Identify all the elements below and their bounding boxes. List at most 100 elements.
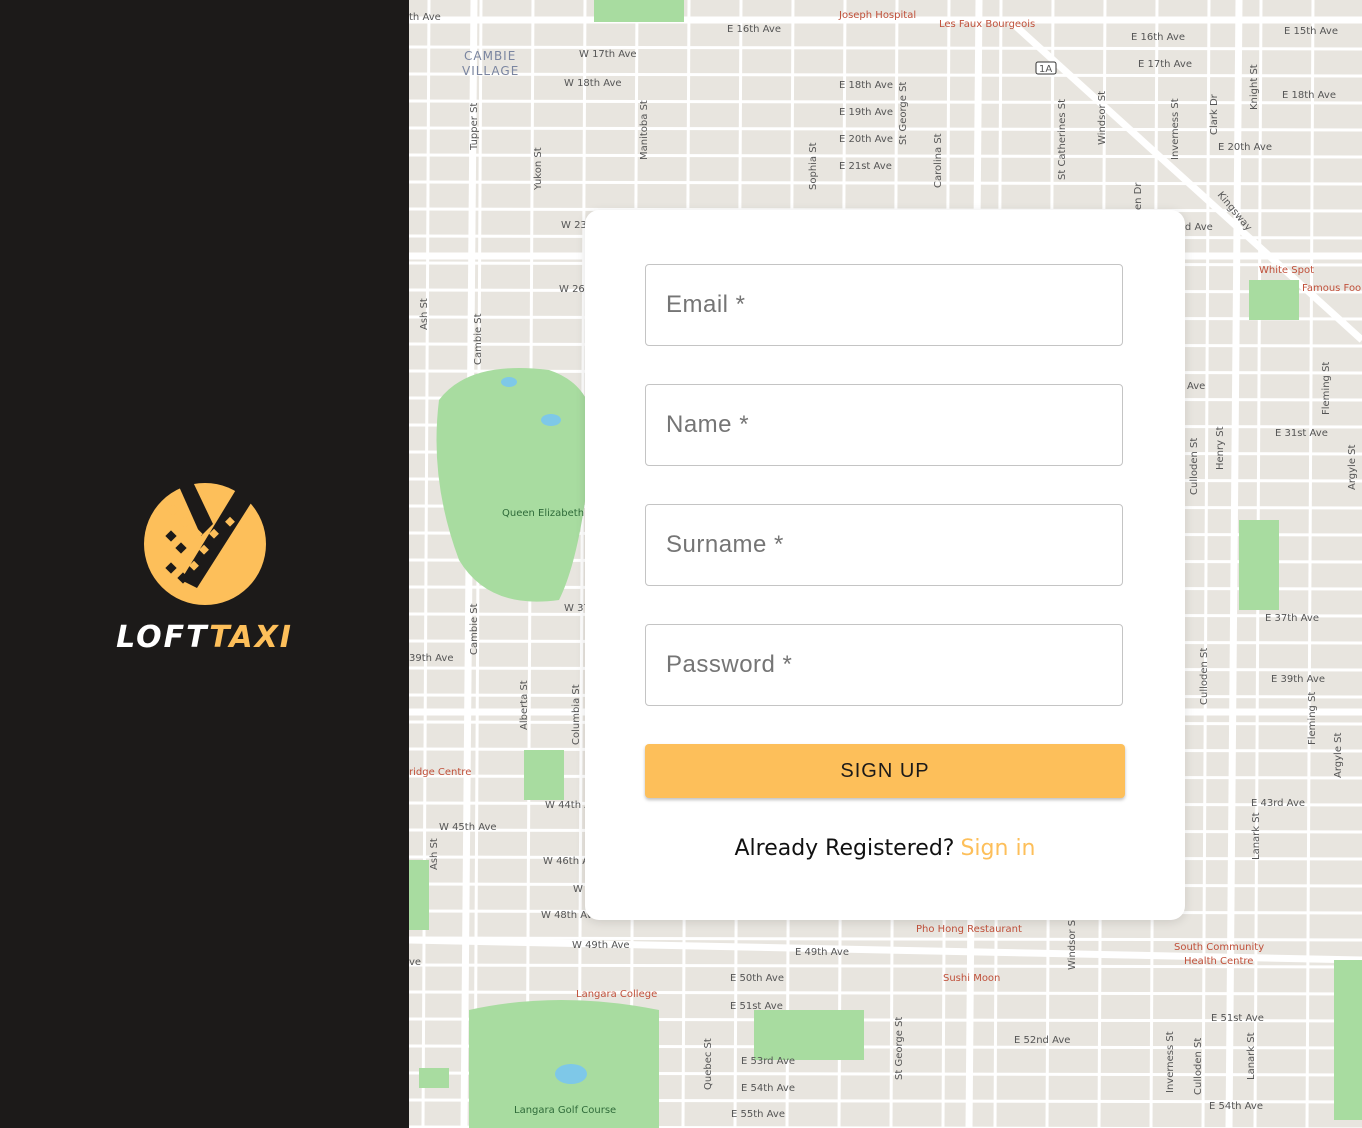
- surname-input[interactable]: [646, 531, 1122, 559]
- map-street-label: E 15th Ave: [1284, 26, 1338, 37]
- map-street-label: rd Ave: [1181, 222, 1213, 233]
- map-street-label: E 52nd Ave: [1014, 1035, 1070, 1046]
- map-street-label: Fleming St: [1307, 692, 1318, 745]
- map-street-label: Inverness St: [1170, 98, 1181, 160]
- map-street-label: St George St: [894, 1017, 905, 1080]
- map-poi-label: Pho Hong Restaurant: [916, 924, 1022, 935]
- map-street-label: Culloden St: [1189, 438, 1200, 495]
- map-street-label: E 53rd Ave: [741, 1056, 795, 1067]
- map-poi-label: White Spot: [1259, 265, 1314, 276]
- map-street: [409, 180, 1362, 186]
- map-street-label: W 45th Ave: [439, 822, 497, 833]
- email-field[interactable]: [645, 264, 1123, 346]
- signup-button[interactable]: SIGN UP: [645, 744, 1125, 798]
- map-street: [409, 45, 1362, 51]
- map-street-label: Inverness St: [1165, 1031, 1176, 1093]
- map-street-label: E 17th Ave: [1138, 59, 1192, 70]
- map-street-label: Knight St: [1249, 64, 1260, 110]
- map-street-label: E 20th Ave: [1218, 142, 1272, 153]
- map-street-label: E 55th Ave: [731, 1109, 785, 1120]
- map-area-label: VILLAGE: [462, 64, 519, 78]
- map-street-label: E 16th Ave: [727, 24, 781, 35]
- name-input[interactable]: [646, 411, 1122, 439]
- map-street-label: Windsor St: [1097, 91, 1108, 145]
- logo-text-taxi: TAXI: [209, 620, 293, 655]
- map-street: [409, 72, 1362, 78]
- password-input[interactable]: [646, 651, 1122, 679]
- map-street-label: Culloden St: [1199, 648, 1210, 705]
- map-street-label: Ash St: [429, 838, 440, 870]
- map-street-label: St George St: [898, 82, 909, 145]
- map-street-label: Yukon St: [533, 147, 544, 191]
- map-street-label: E 37th Ave: [1265, 613, 1319, 624]
- map-poi-label: Health Centre: [1184, 956, 1253, 967]
- map-street-label: Culloden St: [1193, 1038, 1204, 1095]
- map-park-label: Queen Elizabeth: [502, 508, 584, 519]
- map-street-label: E 18th Ave: [1282, 90, 1336, 101]
- map-street-label: Manitoba St: [639, 100, 650, 160]
- map-street-label: W: [573, 884, 583, 895]
- logo-icon: [144, 482, 266, 605]
- map-street-label: E 21st Ave: [839, 161, 892, 172]
- map-street-label: W 18th Ave: [564, 78, 622, 89]
- map-street-label: Clark Dr: [1209, 93, 1220, 135]
- map-poi-label: South Community: [1174, 942, 1264, 953]
- map-street-label: Windsor St: [1067, 916, 1078, 970]
- map-street-label: E 19th Ave: [839, 107, 893, 118]
- map-street-label: W 23: [561, 220, 587, 231]
- map-park-label: Langara Golf Course: [514, 1105, 616, 1116]
- map-street-label: E 51st Ave: [1211, 1013, 1264, 1024]
- highway-shield-label: 1A: [1039, 64, 1052, 75]
- map-street-label: Alberta St: [519, 680, 530, 730]
- map-street-label: Quebec St: [703, 1038, 714, 1090]
- logo-wordmark: LOFTTAXI: [0, 618, 409, 658]
- map-street-label: Argyle St: [1333, 733, 1344, 778]
- map-street-label: Fleming St: [1321, 362, 1332, 415]
- map-street-label: E 18th Ave: [839, 80, 893, 91]
- map-street-label: E 16th Ave: [1131, 32, 1185, 43]
- map-street-label: E 31st Ave: [1275, 428, 1328, 439]
- already-registered-text: Already Registered?: [734, 836, 955, 861]
- signup-card: SIGN UP Already Registered?Sign in: [585, 210, 1185, 920]
- signin-link[interactable]: Sign in: [960, 836, 1035, 861]
- map-street-label: Cambie St: [473, 313, 484, 365]
- map-street-label: St Catherines St: [1057, 99, 1068, 180]
- map-street-label: E 51st Ave: [730, 1001, 783, 1012]
- map-poi-label: Langara College: [576, 989, 657, 1000]
- map-street-label: th Ave: [409, 12, 441, 23]
- map-area-label: CAMBIE: [464, 49, 516, 63]
- email-input[interactable]: [646, 291, 1122, 319]
- name-field[interactable]: [645, 384, 1123, 466]
- map-poi-label: Les Faux Bourgeois: [939, 19, 1035, 30]
- map-street-label: E 50th Ave: [730, 973, 784, 984]
- map-poi-label: Sushi Moon: [943, 973, 1000, 984]
- map-street-label: ve: [409, 957, 421, 968]
- map-street-label: Sophia St: [808, 142, 819, 190]
- map-street-label: Ash St: [419, 298, 430, 330]
- map-street-label: E 43rd Ave: [1251, 798, 1305, 809]
- map-street-label: W 17th Ave: [579, 49, 637, 60]
- map-street-label: E 54th Ave: [1209, 1101, 1263, 1112]
- map-poi-label: ridge Centre: [409, 767, 471, 778]
- map-street-label: en Dr: [1133, 182, 1144, 210]
- map-street-label: E 20th Ave: [839, 134, 893, 145]
- map-street: [409, 990, 1362, 996]
- map-street-label: 39th Ave: [409, 653, 454, 664]
- map-street-label: Ave: [1187, 381, 1205, 392]
- surname-field[interactable]: [645, 504, 1123, 586]
- map-street-label: Lanark St: [1251, 812, 1262, 860]
- logo-text-loft: LOFT: [116, 620, 210, 655]
- map-poi-label: Joseph Hospital: [838, 10, 916, 21]
- map-street: [409, 153, 1362, 159]
- map-street-label: E 54th Ave: [741, 1083, 795, 1094]
- map-street-label: W 49th Ave: [572, 940, 630, 951]
- map-street-label: Lanark St: [1246, 1032, 1257, 1080]
- map-street-label: E 39th Ave: [1271, 674, 1325, 685]
- signin-prompt: Already Registered? Sign in: [585, 836, 1185, 861]
- map-street-label: Cambie St: [469, 603, 480, 655]
- map-street-label: Carolina St: [933, 133, 944, 188]
- sidebar: LOFTTAXI: [0, 0, 409, 1128]
- map-street-label: Columbia St: [571, 684, 582, 745]
- map-poi-label: Famous Foo: [1302, 283, 1361, 294]
- password-field[interactable]: [645, 624, 1123, 706]
